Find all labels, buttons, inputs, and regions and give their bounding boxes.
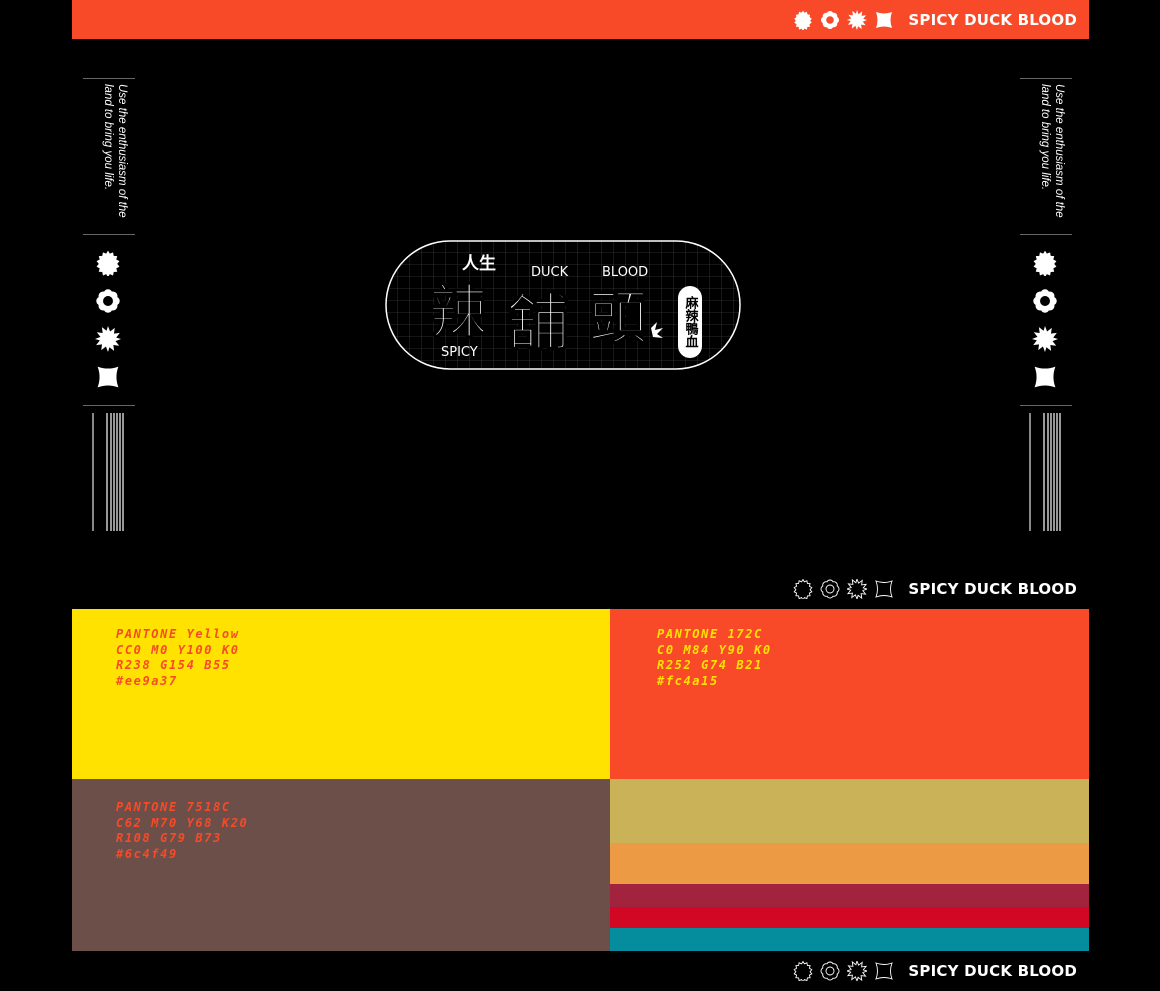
square-icon (1034, 366, 1056, 388)
swatch-label: PANTONE 7518C C62 M70 Y68 K20 R108 G79 B73… (116, 800, 248, 862)
brand-icons (793, 9, 894, 30)
stripe-maroon (610, 884, 1089, 907)
sun-icon (96, 250, 120, 276)
square-icon (875, 962, 894, 980)
side-icons (95, 250, 121, 390)
bottom-brand-bar: SPICY DUCK BLOOD (72, 951, 1089, 991)
swatch-hex: #6c4f49 (116, 846, 178, 861)
brand-icons-outline (793, 579, 894, 599)
square-icon (97, 366, 119, 388)
flower-icon (96, 289, 120, 313)
divider (1020, 405, 1072, 406)
swatch-rgb: R252 G74 B21 (657, 658, 763, 672)
brand-icons-outline (793, 961, 894, 981)
burst-icon (847, 579, 868, 599)
swatch-orange: PANTONE 172C C0 M84 Y90 K0 R252 G74 B21 #fc… (610, 609, 1089, 779)
swatch-name: PANTONE Yellow (116, 627, 240, 641)
logo-char-spicy: 辣 (429, 278, 488, 346)
brand-row: SPICY DUCK BLOOD (793, 569, 1077, 609)
swatch-brown: PANTONE 7518C C62 M70 Y68 K20 R108 G79 B73… (72, 779, 610, 951)
stripe-olive (610, 779, 1089, 843)
divider (83, 405, 135, 406)
stripe-amber (610, 843, 1089, 884)
brand-row: SPICY DUCK BLOOD (793, 951, 1077, 991)
logo-word-duck: DUCK (531, 265, 569, 280)
logo-char-head: 頭 (589, 284, 648, 352)
barcode-lines (92, 413, 124, 531)
square-icon (875, 580, 894, 598)
swatch-name: PANTONE 172C (657, 627, 763, 641)
tagline-text: Use the enthusiasm of the land to bring … (102, 84, 128, 218)
burst-icon (847, 9, 868, 30)
swatch-cmyk: C62 M70 Y68 K20 (116, 815, 249, 830)
logo-word-spicy: SPICY (441, 345, 478, 360)
brand-row: SPICY DUCK BLOOD (793, 0, 1077, 39)
swatch-label: PANTONE 172C C0 M84 Y90 K0 R252 G74 B21 #fc… (657, 627, 772, 689)
right-side-panel: Use the enthusiasm of the land to bring … (1020, 78, 1072, 532)
brand-text: SPICY DUCK BLOOD (908, 10, 1077, 29)
sun-icon (793, 961, 813, 981)
swatch-label: PANTONE Yellow CC0 M0 Y100 K0 R238 G154 B5… (116, 627, 240, 689)
secondary-brand-bar: SPICY DUCK BLOOD (72, 569, 1089, 609)
logo-char-shop: 舖 (507, 286, 569, 359)
divider (1020, 78, 1072, 79)
sun-icon (1033, 250, 1057, 276)
tagline-text: Use the enthusiasm of the land to bring … (1039, 84, 1065, 218)
square-icon (876, 11, 893, 28)
side-icons (1032, 250, 1058, 390)
brand-logo: 人生 DUCK BLOOD 辣 舖 頭 SPICY 麻辣鴨血 (385, 240, 741, 370)
swatch-name: PANTONE 7518C (116, 800, 231, 814)
stripe-red (610, 907, 1089, 928)
swatch-yellow: PANTONE Yellow CC0 M0 Y100 K0 R238 G154 B5… (72, 609, 610, 779)
logo-line-top: 人生 (462, 253, 496, 274)
divider (83, 78, 135, 79)
barcode-lines (1029, 413, 1061, 531)
swatch-rgb: R108 G79 B73 (116, 831, 222, 845)
sun-icon (794, 10, 813, 30)
stripe-teal (610, 928, 1089, 951)
swatch-rgb: R238 G154 B55 (116, 658, 231, 672)
burst-icon (95, 326, 121, 352)
swatch-hex: #fc4a15 (657, 673, 719, 688)
brand-text: SPICY DUCK BLOOD (908, 580, 1077, 598)
swatch-cmyk: C0 M84 Y90 K0 (657, 642, 772, 657)
sun-icon (793, 579, 813, 599)
flower-icon (820, 961, 840, 981)
logo-word-blood: BLOOD (602, 265, 648, 280)
top-brand-bar: SPICY DUCK BLOOD (72, 0, 1089, 39)
swatch-hex: #ee9a37 (116, 673, 178, 688)
flower-icon (820, 579, 840, 599)
divider (1020, 234, 1072, 235)
flower-icon (821, 10, 840, 29)
left-side-panel: Use the enthusiasm of the land to bring … (83, 78, 135, 532)
swatch-cmyk: CC0 M0 Y100 K0 (116, 642, 240, 657)
flower-icon (1033, 289, 1057, 313)
burst-icon (1032, 326, 1058, 352)
burst-icon (847, 961, 868, 981)
brand-text: SPICY DUCK BLOOD (908, 962, 1077, 980)
logo-badge-text: 麻辣鴨血 (683, 295, 700, 348)
divider (83, 234, 135, 235)
